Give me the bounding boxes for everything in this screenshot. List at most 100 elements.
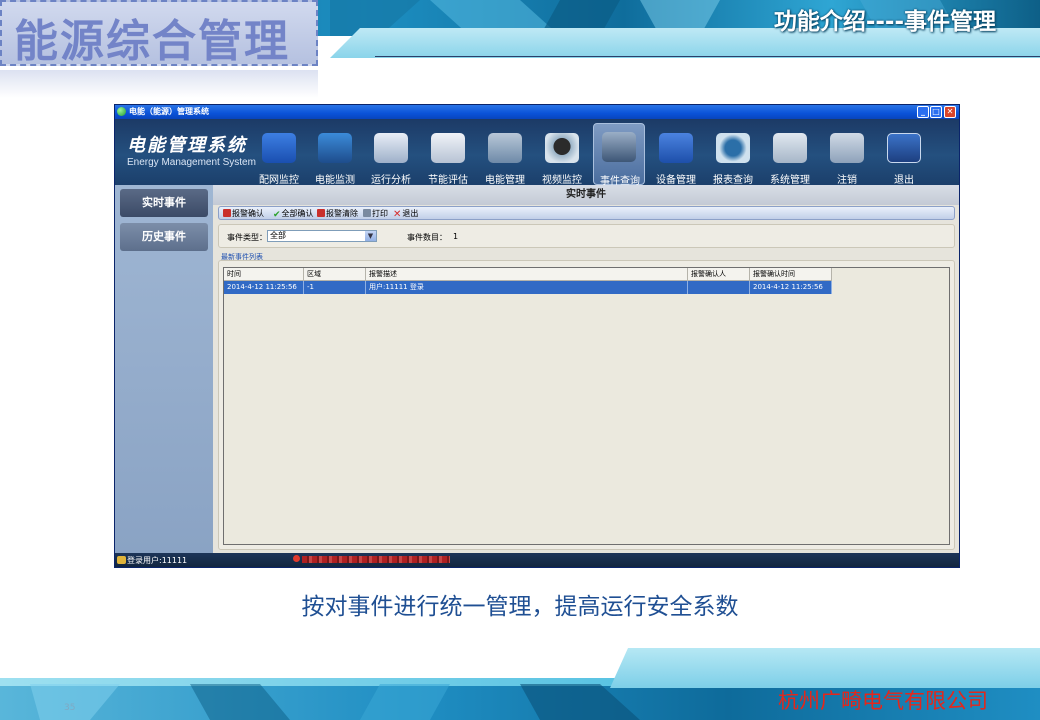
device-icon	[659, 133, 693, 163]
nav-label: 配网监控	[259, 175, 299, 186]
company-name: 杭州广畸电气有限公司	[778, 689, 988, 713]
nav-label: 系统管理	[770, 175, 810, 186]
app-window: 电能（能源）管理系统 _ □ ✕ 电能管理系统 Energy Managemen…	[114, 104, 960, 568]
table-row[interactable]: 2014-4-12 11:25:56 -1 用户:11111 登录 2014-4…	[224, 281, 832, 294]
content-title: 实时事件	[213, 185, 959, 205]
nav-label: 电能监测	[315, 175, 355, 186]
nav-label: 电能管理	[485, 175, 525, 186]
column-header-description[interactable]: 报警描述	[366, 268, 688, 281]
status-user: 登录用户:11111	[117, 555, 187, 566]
close-icon: ✕	[393, 209, 402, 220]
nav-label: 视频监控	[542, 175, 582, 186]
chevron-down-icon[interactable]: ▼	[365, 231, 376, 241]
event-count-label: 事件数目：	[407, 233, 447, 242]
app-globe-icon	[117, 107, 126, 116]
warning-icon	[293, 555, 300, 562]
alarm-confirm-button[interactable]: 报警确认	[223, 208, 264, 219]
nav-label: 注销	[837, 175, 857, 186]
filter-panel: 事件类型： 全部 ▼ 事件数目： 1	[218, 224, 955, 248]
nav-item-energy-monitoring[interactable]: 电能监测	[309, 129, 361, 186]
nav-item-grid-monitoring[interactable]: 配网监控	[253, 129, 305, 186]
alarm-clear-button[interactable]: 报警清除	[317, 208, 358, 219]
column-header-confirm-time[interactable]: 报警确认时间	[750, 268, 832, 281]
print-icon	[363, 209, 371, 217]
user-icon	[117, 556, 126, 564]
cell-description: 用户:11111 登录	[366, 281, 688, 294]
table-header: 时间 区域 报警描述 报警确认人 报警确认时间	[224, 268, 832, 281]
column-header-confirmer[interactable]: 报警确认人	[688, 268, 750, 281]
nav-item-exit[interactable]: 退出	[878, 129, 930, 186]
nav-item-operation-analysis[interactable]: 运行分析	[365, 129, 417, 186]
print-button[interactable]: 打印	[363, 208, 388, 219]
meter-icon	[488, 133, 522, 163]
app-header: 电能管理系统 Energy Management System 配网监控 电能监…	[115, 119, 959, 187]
grid-monitor-icon	[318, 133, 352, 163]
main-content: 实时事件 报警确认 ✔全部确认 报警清除 打印 ✕退出 事件类型： 全部 ▼ 事…	[213, 185, 959, 553]
toolbar-label: 报警清除	[326, 209, 358, 218]
event-type-label: 事件类型：	[227, 233, 267, 242]
nav-label: 节能评估	[428, 175, 468, 186]
nav-item-energy-saving[interactable]: 节能评估	[422, 129, 474, 186]
status-bar: 登录用户:11111	[115, 553, 959, 567]
nav-label: 退出	[894, 175, 914, 186]
close-button[interactable]: ✕	[944, 106, 956, 118]
nav-item-system-management[interactable]: 系统管理	[764, 129, 816, 186]
column-header-time[interactable]: 时间	[224, 268, 304, 281]
header-rule	[375, 56, 1040, 57]
camera-icon	[545, 133, 579, 163]
logo-box: 能源综合管理	[0, 0, 318, 67]
event-count-value: 1	[453, 232, 459, 241]
alarm-confirm-icon	[223, 209, 231, 217]
toolbar-label: 全部确认	[281, 209, 314, 218]
confirm-all-button[interactable]: ✔全部确认	[273, 208, 314, 220]
document-icon	[431, 133, 465, 163]
toolbar-label: 退出	[402, 209, 419, 218]
event-toolbar: 报警确认 ✔全部确认 报警清除 打印 ✕退出	[218, 206, 955, 220]
nav-item-energy-management[interactable]: 电能管理	[479, 129, 531, 186]
footer-light-band	[610, 648, 1040, 688]
nav-item-video-monitoring[interactable]: 视频监控	[536, 129, 588, 186]
warning-text-blurred	[302, 556, 450, 563]
page-number: 35	[64, 703, 76, 713]
column-header-area[interactable]: 区域	[304, 268, 366, 281]
logo-text: 能源综合管理	[14, 16, 290, 67]
cell-time: 2014-4-12 11:25:56	[224, 281, 304, 294]
chart-icon	[374, 133, 408, 163]
toolbar-label: 报警确认	[232, 209, 264, 218]
window-title: 电能（能源）管理系统	[129, 107, 209, 116]
logout-icon	[830, 133, 864, 163]
brand-title: 电能管理系统	[127, 135, 247, 156]
exit-toolbar-button[interactable]: ✕退出	[393, 208, 418, 220]
window-titlebar: 电能（能源）管理系统 _ □ ✕	[115, 105, 959, 119]
nav-item-report-query[interactable]: 报表查询	[707, 129, 759, 186]
report-icon	[716, 133, 750, 163]
maximize-button[interactable]: □	[930, 106, 942, 118]
nav-label: 设备管理	[656, 175, 696, 186]
nav-label: 报表查询	[713, 175, 753, 186]
exit-icon	[887, 133, 921, 163]
nav-item-logout[interactable]: 注销	[821, 129, 873, 186]
event-table[interactable]: 时间 区域 报警描述 报警确认人 报警确认时间 2014-4-12 11:25:…	[223, 267, 950, 545]
status-user-text: 登录用户:11111	[127, 556, 188, 565]
slide-title: 功能介绍----事件管理	[773, 9, 996, 35]
brand-subtitle: Energy Management System	[127, 157, 256, 168]
minimize-button[interactable]: _	[917, 106, 929, 118]
toolbar-label: 打印	[372, 209, 388, 218]
cell-area: -1	[304, 281, 366, 294]
event-type-select[interactable]: 全部 ▼	[267, 230, 377, 242]
check-icon: ✔	[273, 210, 281, 220]
home-icon	[262, 133, 296, 163]
event-icon	[602, 132, 636, 162]
cell-confirmer	[688, 281, 750, 294]
sidebar-item-realtime-events[interactable]: 实时事件	[120, 189, 208, 217]
event-list-frame: 时间 区域 报警描述 报警确认人 报警确认时间 2014-4-12 11:25:…	[218, 260, 955, 550]
nav-item-event-query[interactable]: 事件查询	[593, 123, 645, 187]
status-warning	[293, 555, 453, 564]
logo-reflection	[0, 70, 318, 98]
slide-caption: 按对事件进行统一管理，提高运行安全系数	[301, 594, 739, 620]
cell-confirm-time: 2014-4-12 11:25:56	[750, 281, 832, 294]
alarm-clear-icon	[317, 209, 325, 217]
nav-label: 运行分析	[371, 175, 411, 186]
nav-item-device-management[interactable]: 设备管理	[650, 129, 702, 186]
sidebar-item-history-events[interactable]: 历史事件	[120, 223, 208, 251]
